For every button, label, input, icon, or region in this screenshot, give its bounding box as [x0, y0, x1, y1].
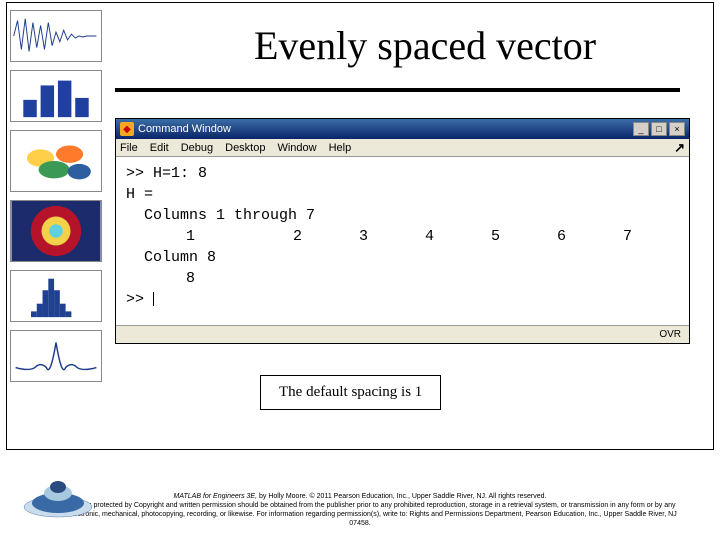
console-line-cmd: >> H=1: 8: [126, 163, 679, 184]
title-underline: [115, 88, 680, 92]
val-3: 3: [302, 226, 368, 247]
matlab-icon: ◆: [120, 122, 134, 136]
console-prompt: >>: [126, 289, 679, 310]
val-2: 2: [236, 226, 302, 247]
slide-title: Evenly spaced vector: [170, 22, 680, 69]
thumb-bar: [10, 70, 102, 122]
menu-window[interactable]: Window: [277, 142, 316, 154]
window-menubar: File Edit Debug Desktop Window Help ↗: [116, 139, 689, 157]
console-line-col8: Column 8: [126, 247, 679, 268]
console-vals-row: 1 2 3 4 5 6 7: [126, 226, 679, 247]
thumb-fractal: [10, 200, 102, 262]
command-window: ◆ Command Window _ □ × File Edit Debug D…: [115, 118, 690, 344]
sidebar-thumbnails: [10, 10, 102, 430]
minimize-button[interactable]: _: [633, 122, 649, 136]
val-5: 5: [434, 226, 500, 247]
copyright-footer: MATLAB for Engineers 3E, by Holly Moore.…: [40, 492, 680, 528]
menu-edit[interactable]: Edit: [150, 142, 169, 154]
undock-icon[interactable]: ↗: [674, 140, 685, 156]
console-val8: 8: [126, 268, 679, 289]
footer-line1: by Holly Moore. © 2011 Pearson Education…: [259, 493, 547, 500]
console-line-var: H =: [126, 184, 679, 205]
val-6: 6: [500, 226, 566, 247]
menu-file[interactable]: File: [120, 142, 138, 154]
corner-3d-thumb: [18, 465, 98, 520]
val-4: 4: [368, 226, 434, 247]
console-line-cols: Columns 1 through 7: [126, 205, 679, 226]
status-ovr: OVR: [659, 329, 681, 340]
menu-help[interactable]: Help: [329, 142, 352, 154]
val-1: 1: [126, 226, 236, 247]
thumb-signal: [10, 10, 102, 62]
console-content[interactable]: >> H=1: 8 H = Columns 1 through 7 1 2 3 …: [116, 157, 689, 325]
footer-book-title: MATLAB for Engineers 3E,: [174, 493, 259, 500]
footer-line2: This material is protected by Copyright …: [40, 501, 680, 528]
menu-debug[interactable]: Debug: [181, 142, 213, 154]
thumb-hist: [10, 270, 102, 322]
thumb-sinc: [10, 330, 102, 382]
close-button[interactable]: ×: [669, 122, 685, 136]
window-statusbar: OVR: [116, 325, 689, 343]
menu-desktop[interactable]: Desktop: [225, 142, 265, 154]
maximize-button[interactable]: □: [651, 122, 667, 136]
val-7: 7: [566, 226, 632, 247]
caption-box: The default spacing is 1: [260, 375, 441, 410]
window-titlebar: ◆ Command Window _ □ ×: [116, 119, 689, 139]
window-title: Command Window: [138, 123, 231, 135]
thumb-surf1: [10, 130, 102, 192]
